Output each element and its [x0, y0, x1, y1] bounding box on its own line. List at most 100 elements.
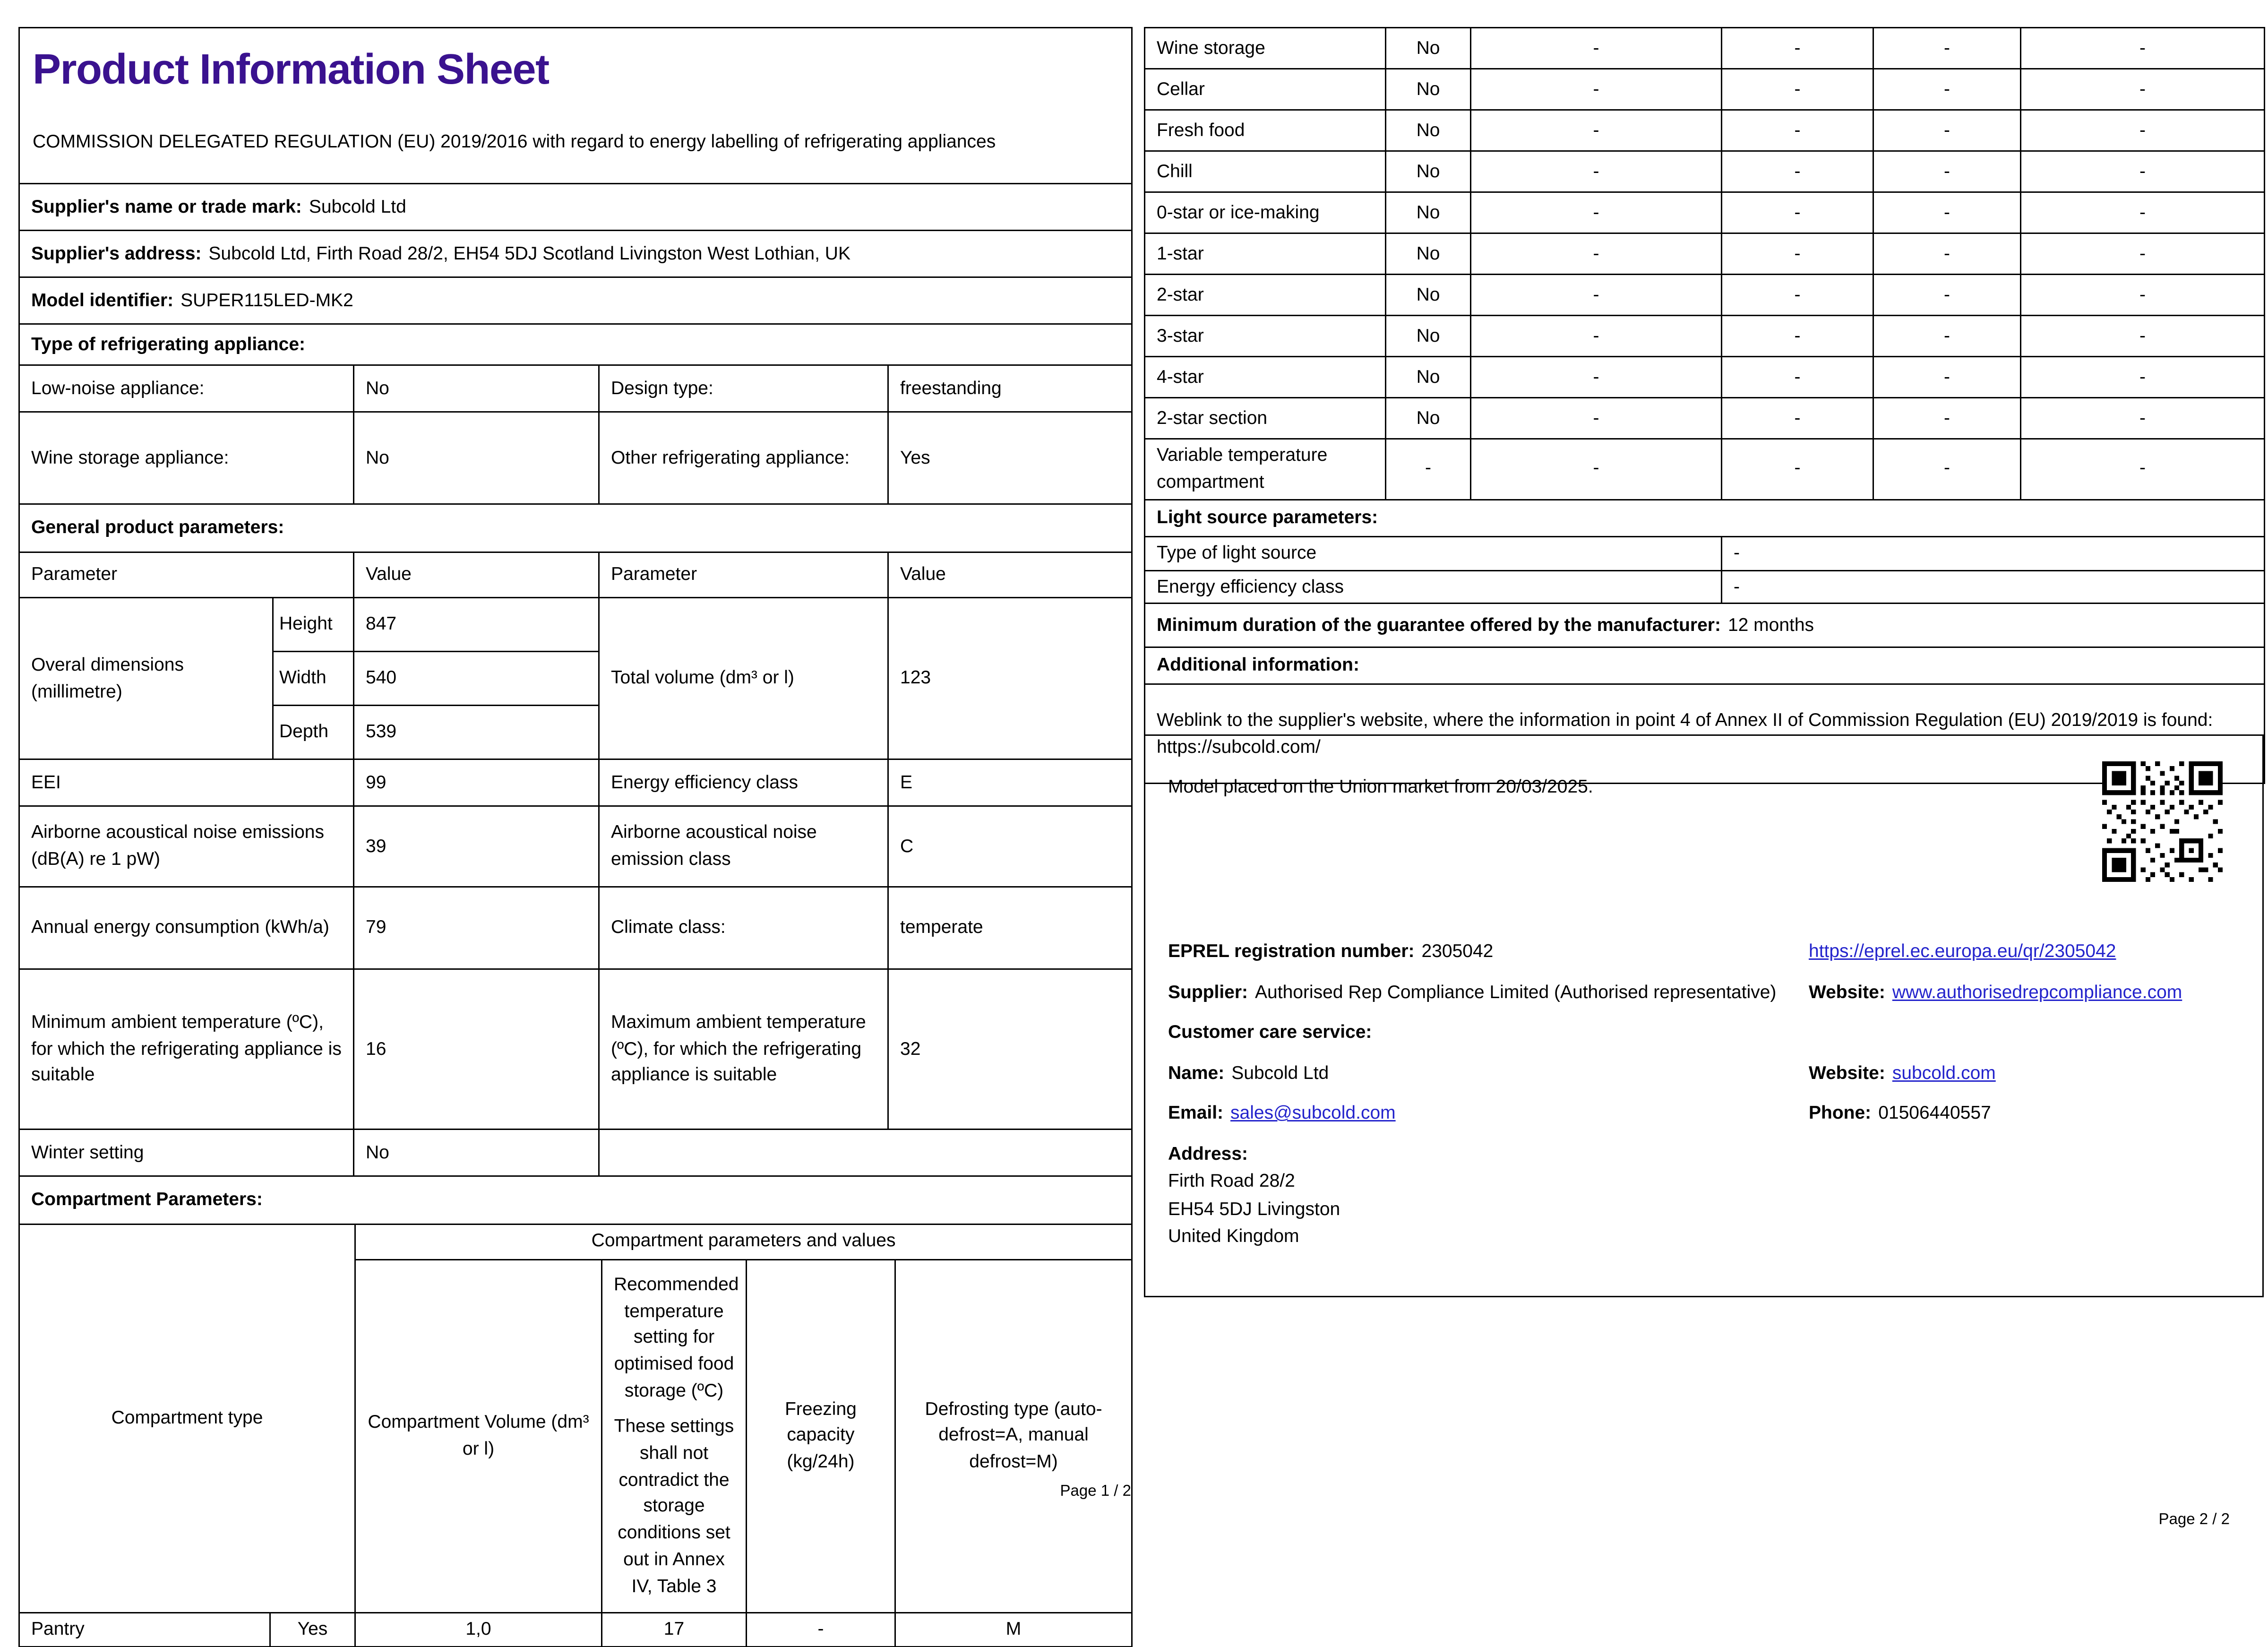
type-heading: Type of refrigerating appliance: — [18, 323, 1133, 366]
supplier-name-label: Supplier's name or trade mark: — [31, 195, 302, 216]
comp-type-value: 2-star section — [1144, 397, 1386, 440]
page-title: Product Information Sheet — [33, 47, 550, 94]
eei-value: 99 — [353, 759, 600, 807]
table-row: Airborne acoustical noise emissions (dB(… — [18, 805, 1133, 888]
guarantee-value: 12 months — [1727, 613, 1814, 635]
dimensions-row: Overal dimensions (millimetre) Height 84… — [18, 597, 1133, 760]
cell: - — [2020, 150, 2265, 193]
cell: - — [1721, 68, 1874, 111]
product-info-table: Product Information Sheet COMMISSION DEL… — [18, 27, 1133, 1225]
address-line: United Kingdom — [1168, 1225, 1299, 1246]
cell: - — [1721, 274, 1874, 316]
comp-type-value: 0-star or ice-making — [1144, 191, 1386, 234]
max-temp-value: 32 — [887, 968, 1133, 1130]
cell: - — [1873, 27, 2021, 69]
comp-type-value: 2-star — [1144, 274, 1386, 316]
supplier-label: Supplier: — [1168, 980, 1248, 1002]
cell: - — [1470, 438, 1722, 500]
cell: - — [1873, 315, 2021, 357]
table-row: Low-noise appliance: No Design type: fre… — [18, 364, 1133, 413]
cell: - — [1873, 274, 2021, 316]
table-row: Variable temperature compartment - - - -… — [1144, 438, 2265, 500]
cell: - — [2020, 68, 2265, 111]
cell: - — [2020, 356, 2265, 398]
total-volume-label: Total volume (dm³ or l) — [598, 597, 889, 760]
care-website-link[interactable]: subcold.com — [1892, 1061, 1996, 1083]
cell: - — [1470, 397, 1722, 440]
comp-flag-value: No — [1385, 150, 1471, 193]
guarantee-row: Minimum duration of the guarantee offere… — [1144, 603, 2265, 649]
table-row: Wine storage appliance: No Other refrige… — [18, 411, 1133, 505]
cell: - — [1721, 150, 1874, 193]
cell: - — [1470, 274, 1722, 316]
type-heading-row: Type of refrigerating appliance: — [18, 323, 1133, 366]
cell: - — [1470, 233, 1722, 275]
comp-flag-value: No — [1385, 274, 1471, 316]
registration-info-box: Model placed on the Union market from 20… — [1144, 734, 2264, 1297]
cell: - — [2020, 438, 2265, 500]
document-canvas: Product Information Sheet COMMISSION DEL… — [0, 0, 2268, 1647]
table-row: 4-star No - - - - — [1144, 356, 2265, 398]
light-class-label: Energy efficiency class — [1144, 569, 1722, 605]
email-label: Email: — [1168, 1102, 1224, 1123]
cell: - — [2020, 191, 2265, 234]
address-label: Address: — [1168, 1142, 1248, 1164]
general-heading-row: General product parameters: — [18, 503, 1133, 553]
comp-type-value: Wine storage — [1144, 27, 1386, 69]
energy-value: 79 — [353, 886, 600, 970]
supplier-website-link[interactable]: www.authorisedrepcompliance.com — [1892, 981, 2182, 1002]
address-line: Firth Road 28/2 — [1168, 1170, 1295, 1191]
cell: - — [1721, 191, 1874, 234]
climate-value: temperate — [887, 886, 1133, 970]
comp-flag-value: No — [1385, 397, 1471, 440]
compartment-table-continued: Wine storage No - - - - Cellar No - - - - Fresh fo… — [1144, 27, 2265, 785]
light-class-value: - — [1721, 569, 2265, 605]
supplier-row: Supplier: Authorised Rep Compliance Limit… — [1168, 978, 2240, 1006]
weblink-text: Weblink to the supplier's website, where… — [1157, 709, 2213, 731]
comp-defrost-value: M — [894, 1612, 1133, 1647]
table-row: Energy efficiency class - — [1144, 569, 2265, 605]
eprel-value: 2305042 — [1421, 940, 1494, 961]
cell: - — [1873, 68, 2021, 111]
cell: - — [1470, 356, 1722, 398]
supplier-address-label: Supplier's address: — [31, 241, 202, 263]
table-row: Annual energy consumption (kWh/a) 79 Cli… — [18, 886, 1133, 970]
low-noise-label: Low-noise appliance: — [18, 364, 354, 413]
comp-temp-value: 17 — [601, 1612, 747, 1647]
winter-label: Winter setting — [18, 1129, 354, 1177]
comp-flag-value: No — [1385, 315, 1471, 357]
table-row: EEI 99 Energy efficiency class E — [18, 759, 1133, 807]
care-contact-row: Email: sales@subcold.com Phone: 0150644055… — [1168, 1099, 2240, 1127]
cell: - — [2020, 233, 2265, 275]
guarantee-label: Minimum duration of the guarantee offere… — [1157, 613, 1721, 635]
cell: - — [2020, 315, 2265, 357]
comp-span-header: Compartment parameters and values — [354, 1223, 1133, 1260]
comp-volume-value: 1,0 — [354, 1612, 602, 1647]
model-value: SUPER115LED-MK2 — [180, 288, 353, 310]
cell: - — [2020, 274, 2265, 316]
value-header-2: Value — [887, 552, 1133, 598]
comp-flag-value: No — [1385, 356, 1471, 398]
value-header-1: Value — [353, 552, 600, 598]
comp-flag-value: Yes — [269, 1612, 356, 1647]
cell: - — [1721, 397, 1874, 440]
width-value: 540 — [353, 651, 600, 706]
min-temp-value: 16 — [353, 968, 600, 1130]
table-row: 1-star No - - - - — [1144, 233, 2265, 275]
care-name-label: Name: — [1168, 1061, 1225, 1083]
cell: - — [1873, 356, 2021, 398]
cell: - — [1873, 191, 2021, 234]
eprel-link[interactable]: https://eprel.ec.europa.eu/qr/2305042 — [1809, 940, 2116, 961]
comp-flag-value: No — [1385, 68, 1471, 111]
comp-span-header-row: Compartment type Compartment parameters … — [18, 1223, 1133, 1613]
cell: - — [2020, 109, 2265, 152]
supplier-address-value: Subcold Ltd, Firth Road 28/2, EH54 5DJ S… — [208, 241, 850, 263]
supplier-name-row: Supplier's name or trade mark: Subcold Lt… — [18, 183, 1133, 231]
website-label: Website: — [1809, 980, 1885, 1002]
cell: - — [1721, 438, 1874, 500]
email-link[interactable]: sales@subcold.com — [1230, 1102, 1396, 1123]
comp-freezing-value: - — [746, 1612, 896, 1647]
comp-flag-value: No — [1385, 109, 1471, 152]
table-row: 0-star or ice-making No - - - - — [1144, 191, 2265, 234]
noise-class-label: Airborne acoustical noise emission class — [598, 805, 889, 888]
